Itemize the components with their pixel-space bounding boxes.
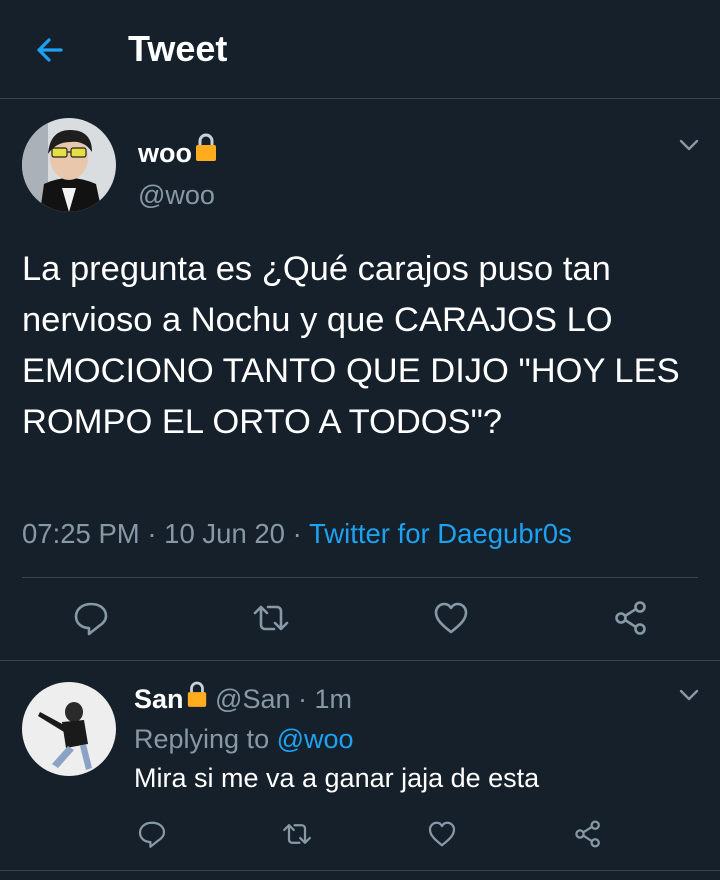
author-name[interactable]: woo xyxy=(138,132,218,169)
separator: · xyxy=(147,518,157,549)
tweet-date: 10 Jun 20 xyxy=(164,518,285,549)
more-options-chevron-down-icon[interactable] xyxy=(678,138,700,152)
retweet-icon[interactable] xyxy=(281,818,313,850)
author-display-name: woo xyxy=(138,138,192,168)
divider xyxy=(0,660,720,661)
separator: · xyxy=(292,518,302,549)
reply-header: San @San · 1m xyxy=(134,680,352,715)
reply-author-handle[interactable]: @San xyxy=(215,684,290,714)
tweet-source-link[interactable]: Twitter for Daegubr0s xyxy=(309,518,572,549)
author-handle[interactable]: @woo xyxy=(138,180,215,211)
tweet-text: La pregunta es ¿Qué carajos puso tan ner… xyxy=(22,250,680,441)
replying-to-mention[interactable]: @woo xyxy=(277,724,354,754)
back-arrow-icon[interactable] xyxy=(30,30,70,70)
lock-icon xyxy=(186,680,208,715)
reply-icon[interactable] xyxy=(71,598,111,638)
reply-author-name[interactable]: San xyxy=(134,684,184,714)
replying-to-label: Replying to xyxy=(134,724,270,754)
page-title: Tweet xyxy=(128,28,228,69)
reply-icon[interactable] xyxy=(136,818,168,850)
reply-avatar[interactable] xyxy=(22,682,116,776)
like-heart-icon[interactable] xyxy=(426,818,458,850)
top-bar: Tweet xyxy=(0,0,720,98)
tweet-time: 07:25 PM xyxy=(22,518,140,549)
reply-text: Mira si me va a ganar jaja de esta xyxy=(134,763,540,793)
share-icon[interactable] xyxy=(611,598,651,638)
separator: · xyxy=(298,684,308,714)
avatar[interactable] xyxy=(22,118,116,212)
divider xyxy=(0,98,720,99)
like-heart-icon[interactable] xyxy=(431,598,471,638)
replying-to: Replying to @woo xyxy=(134,724,354,755)
tweet-metadata: 07:25 PM · 10 Jun 20 · Twitter for Daegu… xyxy=(22,518,572,550)
divider xyxy=(22,577,698,578)
share-icon[interactable] xyxy=(572,818,604,850)
divider xyxy=(0,870,720,871)
lock-icon xyxy=(194,132,218,169)
more-options-chevron-down-icon[interactable] xyxy=(678,688,700,702)
reply-age: 1m xyxy=(314,684,353,714)
retweet-icon[interactable] xyxy=(251,598,291,638)
